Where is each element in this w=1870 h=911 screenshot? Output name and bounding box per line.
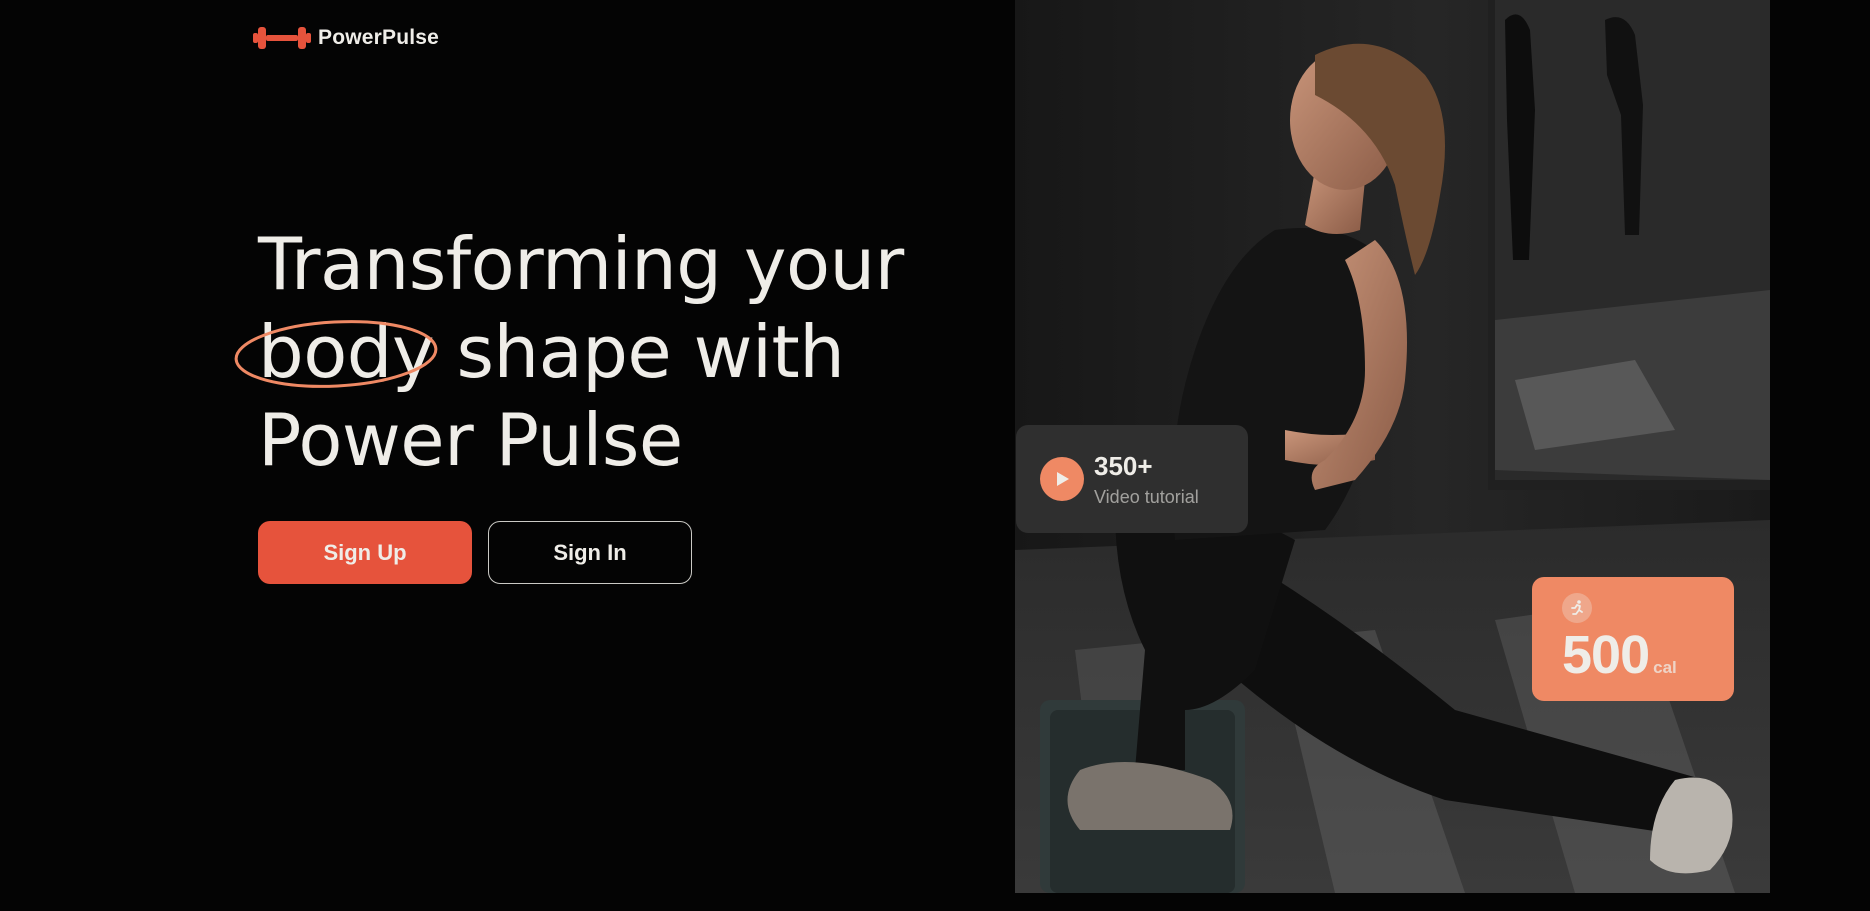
sign-in-button[interactable]: Sign In xyxy=(488,521,692,584)
play-icon xyxy=(1057,472,1069,486)
calories-card: 500 cal xyxy=(1532,577,1734,701)
hero-headline: Transforming your body shape with Power … xyxy=(234,220,978,484)
headline-line-1: Transforming your xyxy=(258,222,904,306)
logo-text: PowerPulse xyxy=(318,26,440,49)
running-badge xyxy=(1562,593,1592,623)
headline-line-2-rest: shape with xyxy=(434,310,845,394)
video-tutorial-count: 350+ xyxy=(1094,451,1153,481)
calories-unit: cal xyxy=(1653,658,1677,677)
calories-row: 500 cal xyxy=(1562,627,1734,683)
dumbbell-icon xyxy=(253,27,311,49)
video-tutorial-label: Video tutorial xyxy=(1094,487,1199,507)
headline-highlight: body xyxy=(234,308,438,396)
video-tutorial-text: 350+ Video tutorial xyxy=(1094,451,1199,507)
headline-line-3: Power Pulse xyxy=(258,398,683,482)
sign-up-button[interactable]: Sign Up xyxy=(258,521,472,584)
landing-page: PowerPulse Transforming your body shape … xyxy=(0,0,1870,911)
calories-value: 500 xyxy=(1562,625,1650,685)
running-icon xyxy=(1571,600,1583,615)
headline-line-2: body shape with xyxy=(234,308,978,396)
video-tutorial-card[interactable]: 350+ Video tutorial xyxy=(1016,425,1248,533)
logo[interactable]: PowerPulse xyxy=(252,24,439,52)
play-button[interactable] xyxy=(1040,457,1084,501)
headline-highlight-word: body xyxy=(258,310,435,394)
